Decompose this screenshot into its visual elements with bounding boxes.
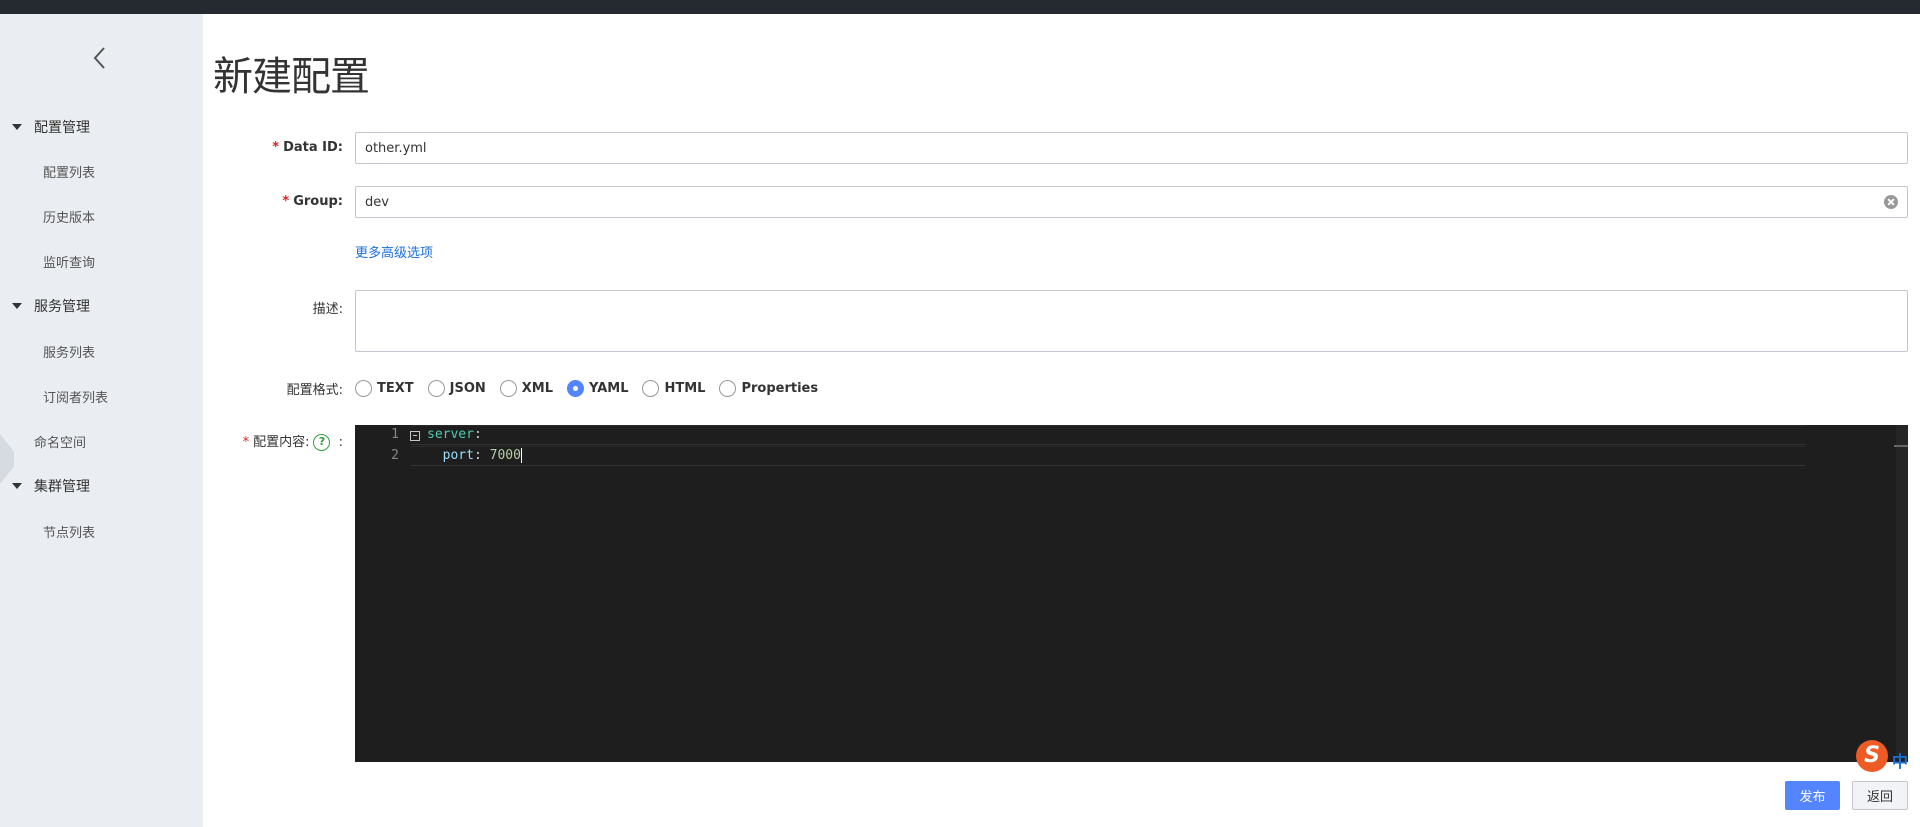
publish-button[interactable]: 发布 xyxy=(1785,781,1840,810)
sidebar-item-namespace[interactable]: 命名空间 xyxy=(0,426,203,456)
nav-group-label: 配置管理 xyxy=(34,120,90,136)
sidebar-item-label: 监听查询 xyxy=(43,255,96,271)
required-mark: * xyxy=(282,194,290,209)
radio-circle xyxy=(499,379,517,397)
radio-label: XML xyxy=(521,380,554,396)
sidebar-item-listener-query[interactable]: 监听查询 xyxy=(0,246,203,276)
radio-label: YAML xyxy=(589,380,629,396)
scrollbar-marker xyxy=(1894,445,1908,447)
radio-yaml[interactable]: YAML xyxy=(567,379,629,397)
back-button[interactable]: 返回 xyxy=(1852,781,1908,810)
sidebar-item-subscriber-list[interactable]: 订阅者列表 xyxy=(0,381,203,411)
group-value: dev xyxy=(365,194,389,210)
radio-properties[interactable]: Properties xyxy=(719,379,819,397)
line-highlight xyxy=(411,425,1805,445)
yaml-key: port xyxy=(442,448,474,463)
page-title: 新建配置 xyxy=(213,54,370,100)
radio-circle xyxy=(642,379,660,397)
sidebar: 配置管理 配置列表 历史版本 监听查询 服务管理 服务列表 订阅者列表 命名空间… xyxy=(0,14,203,827)
help-icon[interactable]: ? xyxy=(313,434,331,451)
sidebar-item-label: 配置列表 xyxy=(43,165,96,181)
nav-group-config[interactable]: 配置管理 xyxy=(0,112,203,142)
radio-label: Properties xyxy=(741,380,819,396)
sidebar-item-label: 服务列表 xyxy=(43,345,96,361)
radio-circle xyxy=(567,379,585,397)
yaml-value: 7000 xyxy=(489,448,521,463)
group-input[interactable]: dev xyxy=(355,186,1908,218)
description-label: 描述: xyxy=(203,298,343,317)
format-radio-group: TEXT JSON XML YAML HTML Properties xyxy=(355,376,832,400)
editor-gutter xyxy=(355,425,411,762)
radio-circle xyxy=(355,379,372,397)
content-label: * 配置内容:? : xyxy=(203,431,343,451)
nav-group-label: 服务管理 xyxy=(34,299,90,315)
radio-label: TEXT xyxy=(377,380,414,396)
data-id-label-text: Data ID: xyxy=(283,140,343,155)
fold-icon[interactable] xyxy=(410,431,420,441)
nav-group-service[interactable]: 服务管理 xyxy=(0,291,203,321)
radio-label: JSON xyxy=(449,380,486,396)
line-number: 1 xyxy=(391,427,399,442)
line-number: 2 xyxy=(391,448,399,463)
description-label-text: 描述: xyxy=(312,302,343,317)
data-id-label: * Data ID: xyxy=(203,140,343,155)
ime-mode: 中 xyxy=(1892,752,1909,771)
group-label-text: Group: xyxy=(293,194,343,209)
line-highlight xyxy=(411,446,1805,466)
nav-group-label: 集群管理 xyxy=(34,479,90,495)
data-id-input[interactable]: other.yml xyxy=(355,132,1908,164)
description-textarea[interactable] xyxy=(355,290,1908,352)
sogou-logo-icon: S xyxy=(1856,740,1888,772)
radio-circle xyxy=(719,379,737,397)
radio-xml[interactable]: XML xyxy=(499,379,554,397)
top-bar xyxy=(0,0,1920,14)
code-editor[interactable]: 1 server: 2 port: 7000 xyxy=(355,425,1908,762)
format-label-text: 配置格式: xyxy=(286,383,343,398)
sidebar-item-label: 历史版本 xyxy=(43,210,96,226)
group-label: * Group: xyxy=(203,194,343,209)
sidebar-item-label: 命名空间 xyxy=(34,435,87,451)
radio-circle xyxy=(427,379,445,397)
required-mark: * xyxy=(272,140,280,155)
radio-text[interactable]: TEXT xyxy=(355,379,414,397)
content-label-colon: : xyxy=(338,435,343,450)
sidebar-item-config-list[interactable]: 配置列表 xyxy=(0,156,203,186)
sidebar-item-label: 节点列表 xyxy=(43,525,96,541)
caret-down-icon xyxy=(12,483,22,489)
radio-json[interactable]: JSON xyxy=(427,379,486,397)
sidebar-item-label: 订阅者列表 xyxy=(43,390,109,406)
nav-group-cluster[interactable]: 集群管理 xyxy=(0,471,203,501)
code-line: server: xyxy=(427,427,482,442)
required-mark: * xyxy=(242,435,250,450)
caret-down-icon xyxy=(12,303,22,309)
caret-down-icon xyxy=(12,124,22,130)
ime-indicator[interactable]: S 中 xyxy=(1852,740,1920,776)
code-line: port: 7000 xyxy=(427,448,522,463)
content-label-text: 配置内容: xyxy=(253,435,310,450)
yaml-sep: : xyxy=(473,448,490,463)
radio-label: HTML xyxy=(664,380,706,396)
format-label: 配置格式: xyxy=(203,379,343,398)
sidebar-item-service-list[interactable]: 服务列表 xyxy=(0,336,203,366)
data-id-value: other.yml xyxy=(365,140,427,156)
yaml-sep: : xyxy=(473,427,482,442)
yaml-key: server xyxy=(427,427,474,442)
sidebar-item-node-list[interactable]: 节点列表 xyxy=(0,516,203,546)
sidebar-item-history[interactable]: 历史版本 xyxy=(0,201,203,231)
main-content: 新建配置 * Data ID: other.yml * Group: dev 更多高… xyxy=(203,14,1920,827)
text-cursor xyxy=(520,448,522,463)
collapse-sidebar-icon[interactable] xyxy=(88,44,112,72)
editor-scrollbar[interactable] xyxy=(1896,425,1908,762)
more-options-link[interactable]: 更多高级选项 xyxy=(355,242,433,261)
radio-html[interactable]: HTML xyxy=(642,379,706,397)
clear-icon[interactable] xyxy=(1884,195,1898,209)
